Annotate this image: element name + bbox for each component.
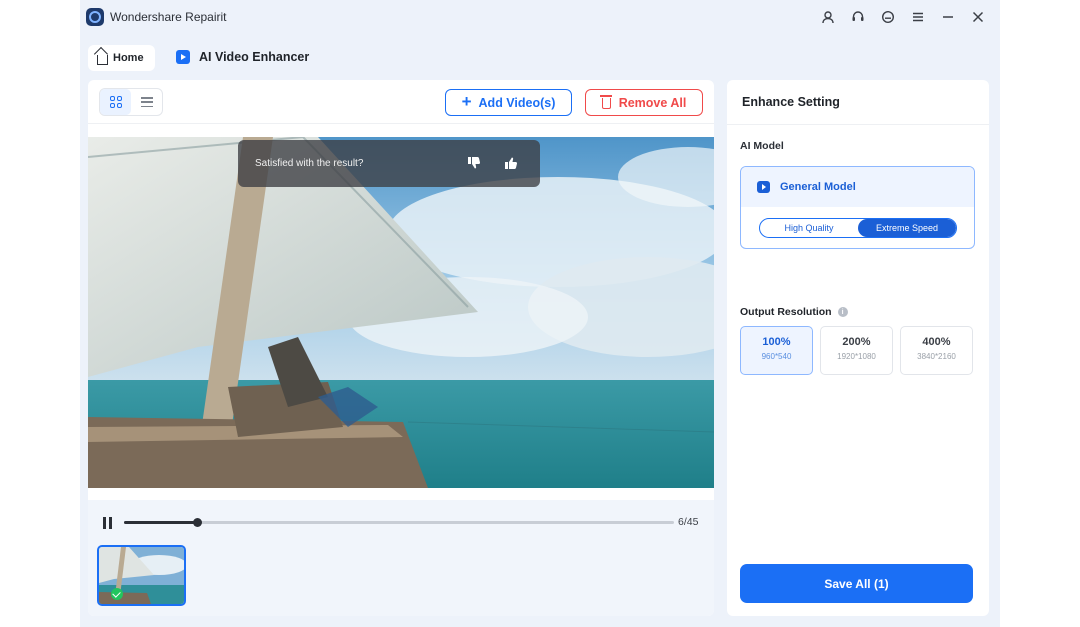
tool-tab-label: AI Video Enhancer (199, 50, 310, 64)
preview-toolbar: + Add Video(s) Remove All (88, 80, 714, 124)
resolution-dimensions: 3840*2160 (917, 352, 956, 361)
minimize-icon[interactable] (938, 7, 958, 27)
window-controls (818, 7, 988, 27)
add-videos-label: Add Video(s) (478, 95, 556, 110)
resolution-option-100[interactable]: 100% 960*540 (740, 326, 813, 375)
ai-model-label: AI Model (740, 140, 784, 152)
feedback-prompt: Satisfied with the result? (238, 140, 540, 187)
add-videos-button[interactable]: + Add Video(s) (445, 89, 572, 116)
video-preview[interactable]: Satisfied with the result? (88, 137, 714, 488)
resolution-dimensions: 960*540 (761, 352, 792, 361)
mode-extreme-speed[interactable]: Extreme Speed (858, 219, 956, 237)
output-resolution-label: Output Resolution i (740, 306, 848, 318)
checkmark-icon (111, 588, 123, 600)
view-toggle (99, 88, 163, 116)
feedback-text: Satisfied with the result? (255, 158, 364, 169)
mode-high-quality[interactable]: High Quality (760, 219, 858, 237)
home-icon (97, 54, 108, 65)
grid-view-icon (109, 96, 122, 108)
time-counter: 6/45 (678, 516, 699, 528)
resolution-percent: 400% (922, 336, 951, 348)
quality-mode-toggle: High Quality Extreme Speed (759, 218, 957, 238)
player-controls: 6/45 (88, 500, 714, 616)
model-icon (757, 181, 770, 193)
support-icon[interactable] (848, 7, 868, 27)
model-header: General Model (741, 167, 974, 207)
resolution-dimensions: 1920*1080 (837, 352, 876, 361)
thumbs-up-icon[interactable] (502, 154, 520, 172)
model-name: General Model (780, 181, 856, 193)
timeline-slider[interactable] (124, 518, 674, 527)
enhance-settings-panel: Enhance Setting AI Model General Model H… (727, 80, 989, 616)
feedback-icon[interactable] (878, 7, 898, 27)
timeline-handle[interactable] (193, 518, 203, 527)
video-thumbnail[interactable] (97, 545, 186, 606)
plus-icon: + (461, 92, 472, 111)
settings-title: Enhance Setting (742, 95, 840, 109)
home-tab[interactable]: Home (88, 45, 155, 71)
resolution-option-400[interactable]: 400% 3840*2160 (900, 326, 973, 375)
app-title: Wondershare Repairit (110, 10, 227, 24)
pause-button[interactable] (103, 517, 115, 529)
home-tab-label: Home (113, 52, 144, 64)
list-view-button[interactable] (131, 89, 162, 115)
preview-panel: + Add Video(s) Remove All Satisfied with… (88, 80, 714, 616)
video-enhancer-icon (176, 50, 190, 64)
trash-icon (599, 95, 612, 109)
video-frame-image (88, 137, 714, 488)
info-icon[interactable]: i (837, 307, 848, 317)
resolution-percent: 100% (762, 336, 791, 348)
app-logo (86, 8, 104, 26)
list-view-icon (140, 97, 153, 107)
close-icon[interactable] (968, 7, 988, 27)
title-bar: Wondershare Repairit (80, 0, 1000, 34)
save-all-button[interactable]: Save All (1) (740, 564, 973, 603)
resolution-percent: 200% (842, 336, 871, 348)
remove-all-label: Remove All (618, 95, 687, 110)
resolution-option-200[interactable]: 200% 1920*1080 (820, 326, 893, 375)
thumbs-down-icon[interactable] (465, 154, 483, 172)
remove-all-button[interactable]: Remove All (585, 89, 703, 116)
app-window: Wondershare Repairit Home AI Video Enhan… (80, 0, 1000, 627)
timeline-progress (124, 521, 198, 524)
model-card[interactable]: General Model High Quality Extreme Speed (740, 166, 975, 249)
account-icon[interactable] (818, 7, 838, 27)
menu-icon[interactable] (908, 7, 928, 27)
grid-view-button[interactable] (100, 89, 131, 115)
tab-ai-video-enhancer[interactable]: AI Video Enhancer (176, 50, 309, 64)
divider (727, 124, 989, 125)
output-resolution-text: Output Resolution (740, 306, 832, 318)
